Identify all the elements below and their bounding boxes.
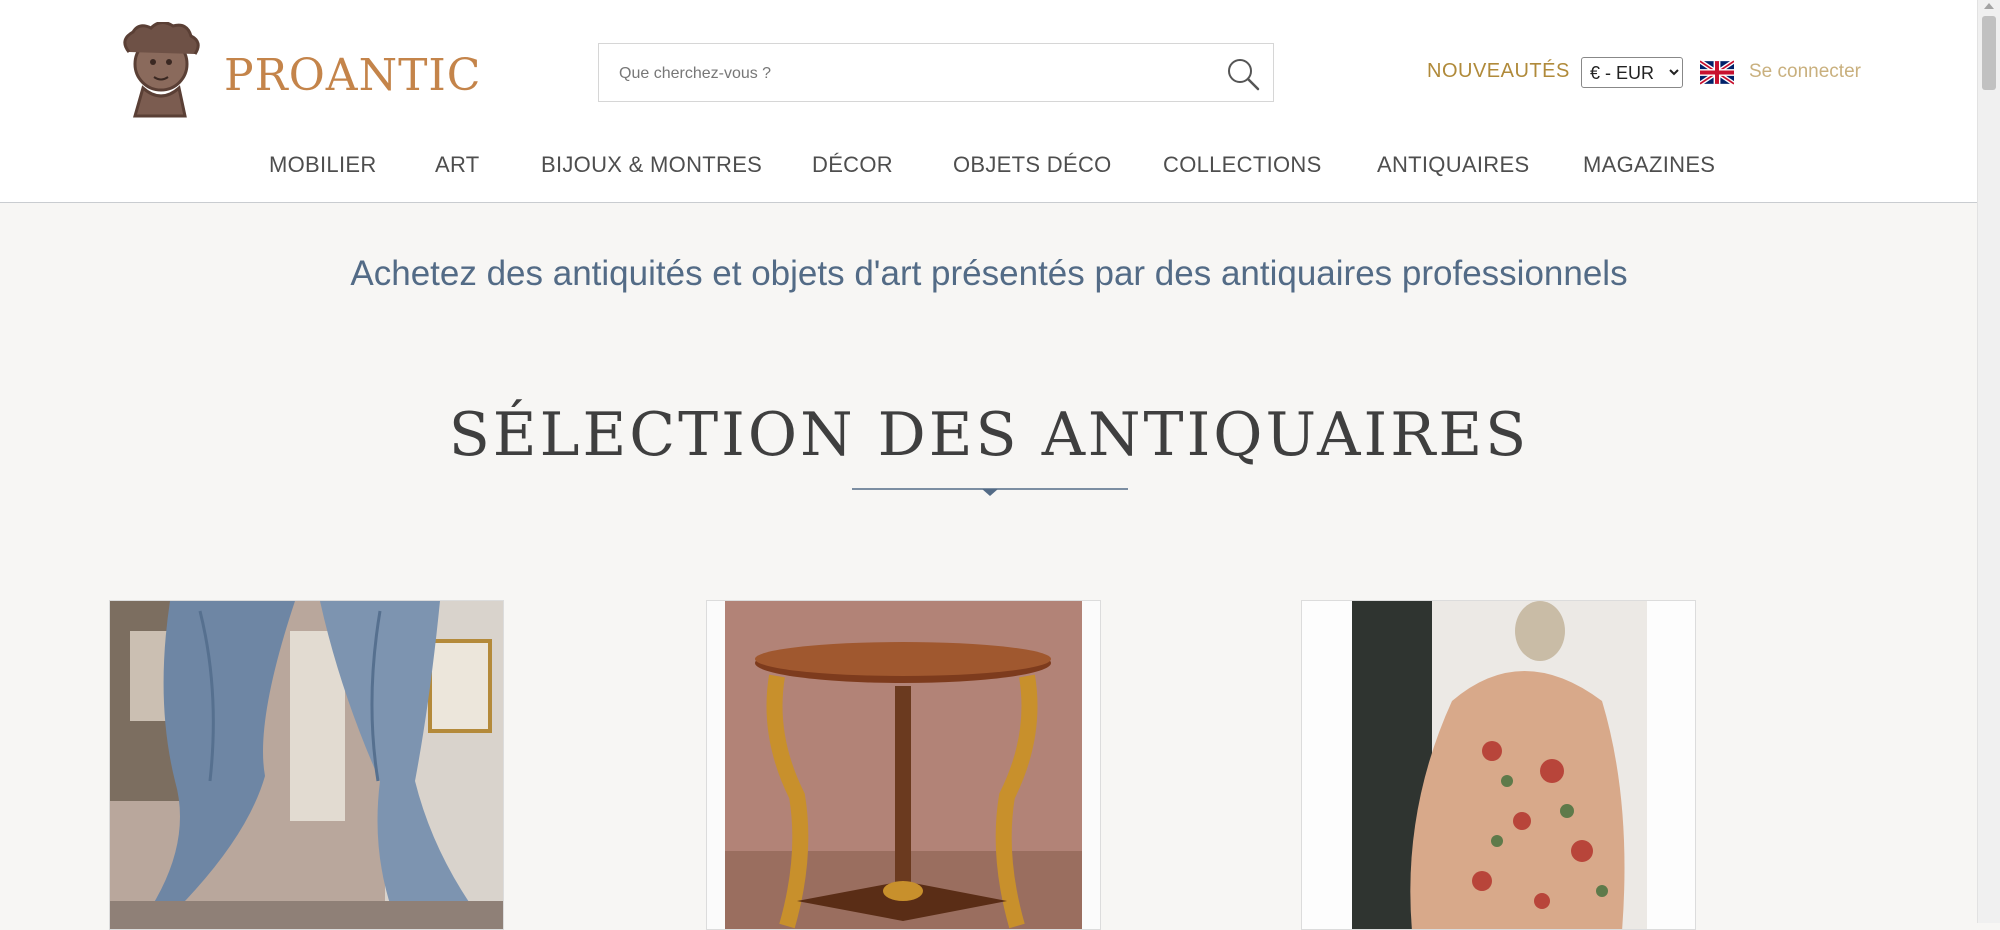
logo-text: PROANTIC xyxy=(224,50,482,101)
nouveautes-link[interactable]: NOUVEAUTÉS xyxy=(1427,60,1570,83)
section-title: SÉLECTION DES ANTIQUAIRES xyxy=(448,400,1530,470)
scroll-up-icon[interactable] xyxy=(1984,3,1994,9)
uk-flag-icon xyxy=(1698,59,1736,86)
title-divider xyxy=(852,488,1128,496)
search-bar xyxy=(598,43,1274,102)
product-card[interactable] xyxy=(109,600,504,930)
search-input[interactable] xyxy=(617,58,1201,90)
nav-item-decor[interactable]: DÉCOR xyxy=(812,152,893,178)
nav-item-art[interactable]: ART xyxy=(435,152,480,178)
search-icon xyxy=(1228,59,1260,91)
nav-item-mobilier[interactable]: MOBILIER xyxy=(269,152,377,178)
floral-fabric-drape-photo xyxy=(1302,601,1695,929)
nav-item-bijoux-montres[interactable]: BIJOUX & MONTRES xyxy=(541,152,762,178)
site-header: PROANTIC NOUVEAUTÉS € - EUR Se connecter… xyxy=(0,0,1978,203)
main-nav: MOBILIER ART BIJOUX & MONTRES DÉCOR OBJE… xyxy=(109,124,1847,202)
nav-item-objets-deco[interactable]: OBJETS DÉCO xyxy=(953,152,1112,178)
currency-select[interactable]: € - EUR xyxy=(1581,57,1683,88)
gilded-gueridon-table-photo xyxy=(707,601,1100,929)
page-scrollbar[interactable] xyxy=(1977,0,2000,923)
product-carousel xyxy=(109,600,1847,930)
blue-curtains-photo xyxy=(110,601,503,929)
nav-item-magazines[interactable]: MAGAZINES xyxy=(1583,152,1715,178)
search-button[interactable] xyxy=(1225,56,1261,92)
product-card[interactable] xyxy=(1301,600,1696,930)
scrollbar-thumb[interactable] xyxy=(1982,16,1996,90)
login-link[interactable]: Se connecter xyxy=(1749,61,1861,83)
nav-item-antiquaires[interactable]: ANTIQUAIRES xyxy=(1377,152,1529,178)
language-flag-button[interactable] xyxy=(1698,59,1736,86)
site-logo[interactable]: PROANTIC xyxy=(109,22,480,120)
logo-bust-icon xyxy=(123,22,200,118)
page-tagline: Achetez des antiquités et objets d'art p… xyxy=(350,254,1628,293)
nav-item-collections[interactable]: COLLECTIONS xyxy=(1163,152,1322,178)
product-card[interactable] xyxy=(706,600,1101,930)
